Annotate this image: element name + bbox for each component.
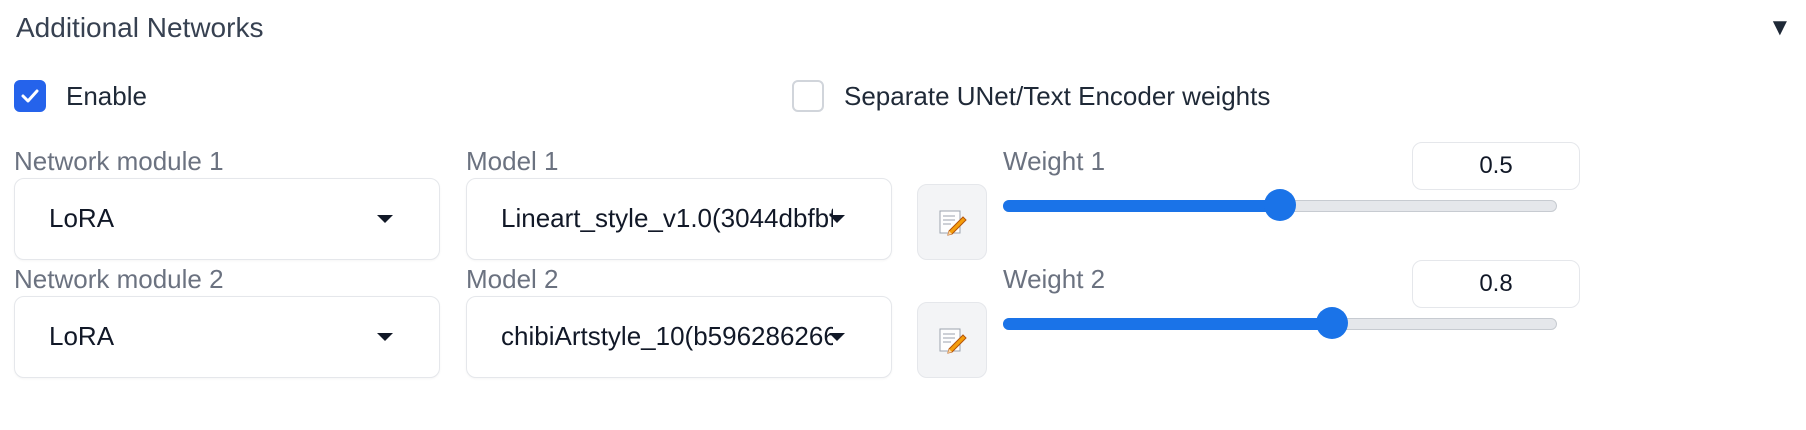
weight-2-number-input[interactable]: 0.8 (1412, 260, 1580, 308)
slider-thumb[interactable] (1316, 307, 1349, 339)
separate-weights-checkbox[interactable] (792, 80, 824, 112)
separate-weights-label: Separate UNet/Text Encoder weights (844, 80, 1271, 111)
weight-1-slider[interactable] (1003, 189, 1557, 221)
enable-checkbox[interactable] (14, 80, 46, 112)
caret-down-icon (829, 333, 845, 341)
network-module-1-value: LoRA (49, 203, 115, 233)
caret-down-icon (377, 333, 393, 341)
slider-fill (1003, 200, 1280, 212)
network-module-1-dropdown[interactable]: LoRA (14, 178, 440, 260)
caret-down-icon (829, 215, 845, 223)
model-2-edit-button[interactable] (917, 302, 987, 378)
model-1-value: Lineart_style_v1.0(3044dbfbf1a6 (501, 203, 833, 233)
weight-1-number-input[interactable]: 0.5 (1412, 142, 1580, 190)
model-2-label: Model 2 (466, 264, 559, 294)
model-1-dropdown[interactable]: Lineart_style_v1.0(3044dbfbf1a6 (466, 178, 892, 260)
slider-thumb[interactable] (1264, 189, 1296, 221)
network-module-1-label: Network module 1 (14, 146, 224, 176)
memo-icon (939, 328, 967, 354)
network-module-2-value: LoRA (49, 321, 115, 351)
model-1-label: Model 1 (466, 146, 559, 176)
check-icon (21, 89, 39, 103)
caret-down-icon (377, 215, 393, 223)
separate-weights-checkbox-row[interactable]: Separate UNet/Text Encoder weights (792, 80, 1270, 112)
model-1-edit-button[interactable] (917, 184, 987, 260)
slider-fill (1003, 318, 1333, 330)
network-module-2-label: Network module 2 (14, 264, 224, 294)
memo-icon (939, 210, 967, 236)
weight-2-slider[interactable] (1003, 307, 1557, 339)
weight-2-label: Weight 2 (1003, 264, 1106, 294)
collapse-toggle-icon[interactable]: ▼ (1768, 16, 1792, 40)
model-2-value: chibiArtstyle_10(b59628626640) (501, 321, 833, 351)
model-2-dropdown[interactable]: chibiArtstyle_10(b59628626640) (466, 296, 892, 378)
network-module-2-dropdown[interactable]: LoRA (14, 296, 440, 378)
weight-1-label: Weight 1 (1003, 146, 1106, 176)
panel-title: Additional Networks (16, 12, 264, 43)
enable-checkbox-row[interactable]: Enable (14, 80, 147, 112)
enable-label: Enable (66, 80, 147, 111)
